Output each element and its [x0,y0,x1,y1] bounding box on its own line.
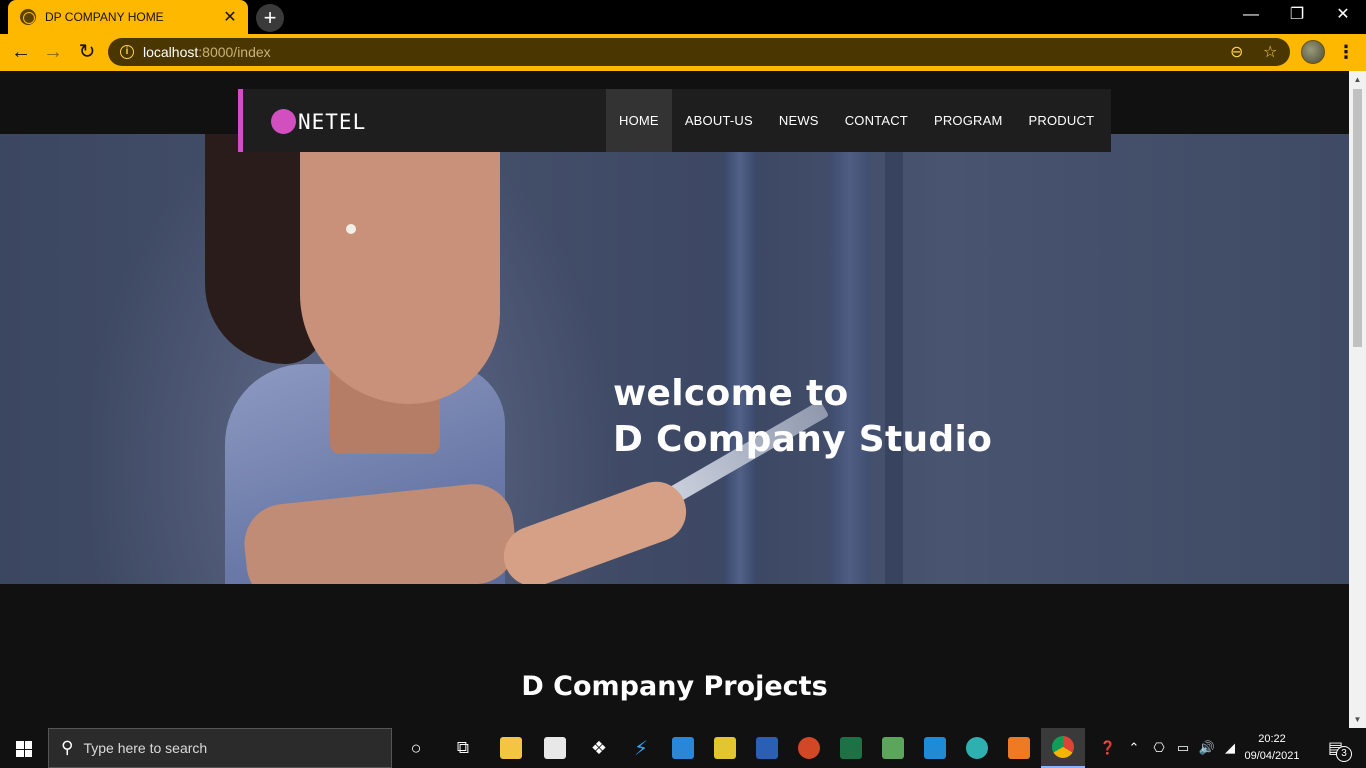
nav-item-home[interactable]: HOME [606,89,672,152]
tab-title: DP COMPANY HOME [45,10,164,24]
hero-photo-face [300,134,500,404]
taskbar-clock[interactable]: 20:22 09/04/2021 [1242,731,1302,765]
browser-toolbar: ← → ↻ i localhost :8000/index ⊖ ☆ ⋮ [0,34,1366,71]
url-host: localhost [143,44,199,60]
clock-time: 20:22 [1258,733,1286,745]
xampp-icon[interactable] [997,728,1041,768]
address-bar[interactable]: i localhost :8000/index ⊖ ☆ [108,38,1290,66]
mail-icon[interactable] [661,728,705,768]
powerpoint-icon[interactable] [787,728,831,768]
scroll-up-icon[interactable]: ▲ [1349,71,1366,88]
door-panel [885,134,903,584]
forward-arrow-icon[interactable]: → [38,38,68,68]
door-panel [725,134,755,584]
info-icon[interactable]: i [120,45,134,59]
vscode-icon[interactable] [913,728,957,768]
site-menu: HOME ABOUT-US NEWS CONTACT PROGRAM PRODU… [606,89,1107,152]
site-logo[interactable]: NETEL [271,109,366,134]
tray-chevron-icon[interactable]: ⌃ [1124,728,1144,768]
file-explorer-icon[interactable] [489,728,533,768]
scrollbar-thumb[interactable] [1353,89,1362,347]
window-close-icon[interactable]: ✕ [1320,0,1366,32]
word-icon[interactable] [745,728,789,768]
bookmark-star-icon[interactable]: ☆ [1263,42,1277,62]
start-button[interactable] [0,728,48,768]
nav-item-about-us[interactable]: ABOUT-US [672,89,766,152]
editor-app-icon[interactable] [871,728,915,768]
globe-icon [20,9,36,25]
browser-menu-icon[interactable]: ⋮ [1336,38,1356,68]
paint-app-icon[interactable] [703,728,747,768]
tray-meet-icon[interactable]: ⎔ [1148,728,1170,768]
help-icon[interactable]: ❓ [1094,728,1122,768]
search-icon: ⚲ [61,738,74,757]
door-panel [830,134,870,584]
minimize-icon[interactable]: — [1228,0,1274,32]
tab-strip: DP COMPANY HOME ✕ + — ❐ ✕ [0,0,1366,34]
excel-icon[interactable] [829,728,873,768]
browser-tab[interactable]: DP COMPANY HOME ✕ [8,0,248,34]
site-navbar: NETEL HOME ABOUT-US NEWS CONTACT PROGRAM… [238,89,1111,152]
profile-avatar[interactable] [1301,40,1325,64]
hero-heading-line1: welcome to [613,373,849,414]
projects-heading: D Company Projects [521,671,828,702]
reload-icon[interactable]: ↻ [72,38,102,68]
dropbox-icon[interactable]: ❖ [577,728,621,768]
search-placeholder: Type here to search [83,740,208,756]
nav-item-program[interactable]: PROGRAM [921,89,1016,152]
nav-item-product[interactable]: PRODUCT [1016,89,1108,152]
scroll-down-icon[interactable]: ▼ [1349,711,1366,728]
hero-photo-hand [495,473,695,584]
page-scrollbar[interactable]: ▲ ▼ [1349,71,1366,728]
clock-date: 09/04/2021 [1244,750,1300,762]
nav-item-contact[interactable]: CONTACT [832,89,921,152]
notification-center-button[interactable]: ▤ 3 [1320,728,1356,768]
network-icon[interactable]: ◢ [1220,728,1240,768]
windows-taskbar: ⚲ Type here to search ○ ⧉ ❖ ⚡ ❓ ⌃ ⎔ ▭ 🔊 … [0,728,1366,768]
taskbar-search[interactable]: ⚲ Type here to search [48,728,392,768]
hero-heading-line2: D Company Studio [613,419,993,460]
nav-item-news[interactable]: NEWS [766,89,832,152]
task-view-icon[interactable]: ⧉ [441,728,485,768]
hero-heading: welcome to D Company Studio [613,371,992,463]
battery-icon[interactable]: ▭ [1172,728,1194,768]
restore-icon[interactable]: ❐ [1274,0,1320,32]
page-viewport: welcome to D Company Studio NETEL HOME A… [0,71,1349,728]
edge-icon[interactable] [955,728,999,768]
back-arrow-icon[interactable]: ← [6,38,36,68]
volume-icon[interactable]: 🔊 [1196,728,1218,768]
windows-logo-icon [16,741,32,757]
new-tab-button[interactable]: + [256,4,284,32]
tab-close-icon[interactable]: ✕ [222,7,238,27]
logo-dot-icon [271,109,296,134]
hero-banner: welcome to D Company Studio [0,134,1349,584]
dev-tool-icon[interactable]: ⚡ [619,728,663,768]
cortana-icon[interactable]: ○ [394,728,438,768]
zoom-icon[interactable]: ⊖ [1230,42,1243,62]
hero-photo-earring [346,224,356,234]
url-path: :8000/index [198,44,271,60]
notification-badge: 3 [1336,746,1352,762]
store-icon[interactable] [533,728,577,768]
logo-text: NETEL [298,109,367,134]
chrome-icon[interactable] [1041,728,1085,768]
